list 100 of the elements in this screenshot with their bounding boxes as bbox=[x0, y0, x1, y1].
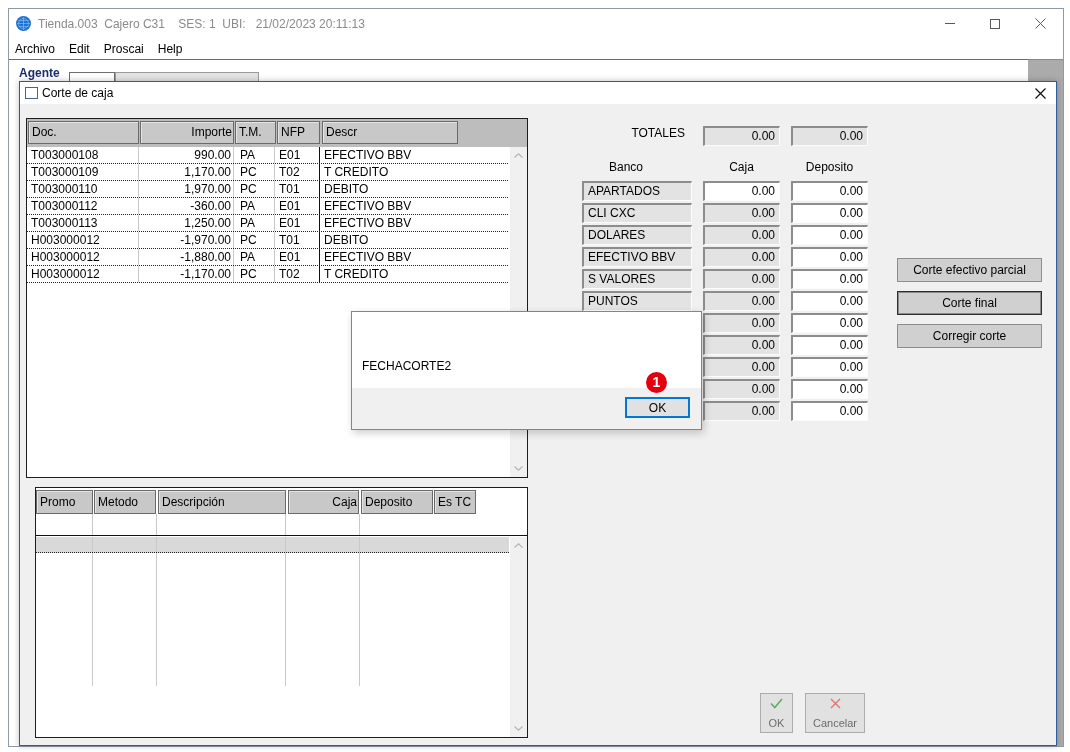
deposito-field[interactable]: 0.00 bbox=[791, 225, 868, 245]
table-cell: T003000110 bbox=[27, 181, 139, 197]
table-row[interactable] bbox=[36, 537, 509, 553]
table-cell: E01 bbox=[275, 147, 320, 163]
column-label: Banco bbox=[608, 160, 645, 175]
table-cell: 1,250.00 bbox=[139, 215, 234, 231]
chevron-down-icon[interactable] bbox=[514, 466, 523, 471]
bank-name-field: CLI CXC bbox=[582, 203, 692, 223]
table-cell: E01 bbox=[275, 249, 320, 265]
deposito-field[interactable]: 0.00 bbox=[791, 247, 868, 267]
deposito-field[interactable]: 0.00 bbox=[791, 203, 868, 223]
table-cell: -1,970.00 bbox=[139, 232, 234, 248]
check-icon bbox=[770, 698, 783, 709]
table-cell: T003000113 bbox=[27, 215, 139, 231]
action-button[interactable]: Corte efectivo parcial bbox=[897, 258, 1042, 282]
table-cell: PA bbox=[234, 249, 275, 265]
deposito-field[interactable]: 0.00 bbox=[791, 401, 868, 421]
table-cell-text: T CREDITO bbox=[323, 266, 390, 282]
column-header[interactable]: Descr bbox=[322, 121, 458, 144]
globe-icon bbox=[16, 16, 31, 31]
column-header[interactable]: Promo bbox=[36, 490, 93, 514]
table-cell: 1,170.00 bbox=[139, 164, 234, 180]
table-cell: E01 bbox=[275, 198, 320, 214]
table-cell: T01 bbox=[275, 232, 320, 248]
scrollbar[interactable] bbox=[510, 537, 527, 737]
table-cell: PC bbox=[234, 232, 275, 248]
field-label: Agente bbox=[19, 67, 60, 80]
deposito-field[interactable]: 0.00 bbox=[791, 313, 868, 333]
dialog-title: Corte de caja bbox=[42, 86, 114, 100]
table-cell: E01 bbox=[275, 215, 320, 231]
deposito-field[interactable]: 0.00 bbox=[791, 335, 868, 355]
maximize-icon[interactable] bbox=[990, 18, 1000, 29]
table-cell-text: EFECTIVO BBV bbox=[323, 249, 413, 265]
bank-name-field: EFECTIVO BBV bbox=[582, 247, 692, 267]
close-icon[interactable] bbox=[1035, 87, 1046, 99]
table-cell: -1,170.00 bbox=[139, 266, 234, 282]
table-cell: T003000109 bbox=[27, 164, 139, 180]
table-cell: 1,970.00 bbox=[139, 181, 234, 197]
table-cell: H003000012 bbox=[27, 266, 139, 282]
deposito-field[interactable]: 0.00 bbox=[791, 181, 868, 201]
table-cell: PC bbox=[234, 266, 275, 282]
table-cell: 990.00 bbox=[139, 147, 234, 163]
agent-code-field[interactable] bbox=[68, 72, 115, 82]
table-cell: PC bbox=[234, 181, 275, 197]
column-header[interactable]: Importe bbox=[140, 121, 234, 144]
bank-name-field: S VALORES bbox=[582, 269, 692, 289]
ok-button[interactable]: OK bbox=[625, 397, 690, 418]
column-header[interactable]: NFP bbox=[277, 121, 320, 144]
menu-item[interactable]: Proscai bbox=[103, 41, 144, 56]
total-caja-field: 0.00 bbox=[703, 126, 780, 146]
column-header[interactable]: Es TC bbox=[434, 490, 476, 514]
bank-name-field: APARTADOS bbox=[582, 181, 692, 201]
table-cell-text: EFECTIVO BBV bbox=[323, 198, 413, 214]
table-cell: T02 bbox=[275, 266, 320, 282]
bank-name-field: PUNTOS bbox=[582, 291, 692, 311]
minimize-icon[interactable] bbox=[945, 23, 955, 24]
table-cell-text: DEBITO bbox=[323, 232, 370, 248]
chevron-up-icon[interactable] bbox=[514, 543, 523, 548]
total-deposito-field: 0.00 bbox=[791, 126, 868, 146]
table-cell-text: T CREDITO bbox=[323, 164, 390, 180]
table-cell: PA bbox=[234, 215, 275, 231]
menu-item[interactable]: Help bbox=[157, 41, 183, 56]
table-cell: H003000012 bbox=[27, 232, 139, 248]
table-cell-text: EFECTIVO BBV bbox=[323, 147, 413, 163]
deposito-field[interactable]: 0.00 bbox=[791, 379, 868, 399]
column-label: Caja bbox=[728, 160, 755, 175]
close-icon[interactable] bbox=[1035, 18, 1046, 29]
table-cell: PC bbox=[234, 164, 275, 180]
menu-item[interactable]: Edit bbox=[69, 41, 90, 56]
totals-label: TOTALES bbox=[630, 126, 686, 142]
column-header[interactable]: T.M. bbox=[235, 121, 276, 144]
cross-icon bbox=[829, 698, 841, 709]
column-header[interactable]: Caja bbox=[288, 490, 359, 514]
deposito-field[interactable]: 0.00 bbox=[791, 269, 868, 289]
table-cell: T003000108 bbox=[27, 147, 139, 163]
chevron-up-icon[interactable] bbox=[514, 153, 523, 158]
deposito-field[interactable]: 0.00 bbox=[791, 291, 868, 311]
action-button[interactable]: Corregir corte bbox=[897, 324, 1042, 348]
message-text: FECHACORTE2 bbox=[362, 359, 452, 373]
table-cell: T01 bbox=[275, 181, 320, 197]
column-header[interactable]: Metodo bbox=[94, 490, 156, 514]
column-label: Deposito bbox=[804, 160, 855, 175]
table-cell: -1,880.00 bbox=[139, 249, 234, 265]
column-header[interactable]: Doc. bbox=[28, 121, 139, 144]
column-header[interactable]: Deposito bbox=[361, 490, 433, 514]
column-header[interactable]: Descripción bbox=[158, 490, 286, 514]
table-cell: PA bbox=[234, 198, 275, 214]
table-cell: H003000012 bbox=[27, 249, 139, 265]
chevron-down-icon[interactable] bbox=[514, 726, 523, 731]
table-cell: -360.00 bbox=[139, 198, 234, 214]
window-icon bbox=[25, 87, 38, 99]
table-cell: PA bbox=[234, 147, 275, 163]
table-cell: T02 bbox=[275, 164, 320, 180]
window-title: Tienda.003 Cajero C31 SES: 1 UBI: 21/02/2023 20:11:13 bbox=[38, 16, 365, 31]
action-button[interactable]: Corte final bbox=[897, 291, 1042, 315]
table-cell-text: EFECTIVO BBV bbox=[323, 215, 413, 231]
caja-field[interactable]: 0.00 bbox=[703, 181, 780, 201]
deposito-field[interactable]: 0.00 bbox=[791, 357, 868, 377]
menu-item[interactable]: Archivo bbox=[15, 41, 55, 56]
table-cell: T003000112 bbox=[27, 198, 139, 214]
